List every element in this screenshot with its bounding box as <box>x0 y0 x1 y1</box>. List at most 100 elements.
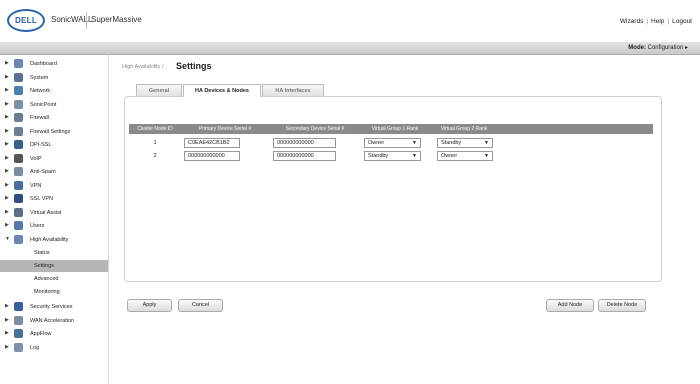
appflow-icon <box>14 329 23 338</box>
wizards-link[interactable]: Wizards <box>620 18 643 25</box>
mode-selector[interactable]: Mode: Configuration ▸ <box>628 44 688 51</box>
sidebar-item-anti-spam[interactable]: ▶ Anti-Spam <box>0 165 108 178</box>
sidebar-subitem-advanced[interactable]: Advanced <box>0 273 108 285</box>
expand-right-icon[interactable]: ▶ <box>5 152 9 165</box>
sidebar-subitem-settings[interactable]: Settings <box>0 260 108 272</box>
sidebar-item-sonicpoint[interactable]: ▶ SonicPoint <box>0 98 108 111</box>
sidebar-item-dpi-ssl[interactable]: ▶ DPI-SSL <box>0 138 108 151</box>
ssl-vpn-icon <box>14 194 23 203</box>
tab-ha-interfaces[interactable]: HA Interfaces <box>262 84 324 96</box>
col-secondary-serial: Secondary Device Serial # <box>285 126 345 132</box>
sidebar-item-appflow[interactable]: ▶ AppFlow <box>0 327 108 340</box>
sidebar-item-label: SonicPoint <box>30 101 57 108</box>
monitor-icon <box>14 72 23 82</box>
dell-logo: DELL <box>7 9 45 32</box>
firewall-icon <box>14 113 23 122</box>
expand-right-icon[interactable]: ▶ <box>5 314 9 327</box>
expand-right-icon[interactable]: ▶ <box>5 71 9 84</box>
sidebar-item-users[interactable]: ▶ Users <box>0 219 108 232</box>
sidebar-item-system[interactable]: ▶ System <box>0 71 108 84</box>
tab-ha-devices-nodes[interactable]: HA Devices & Nodes <box>183 84 261 97</box>
table-row: 2 000000000000 000000000000 Standby ▼ Own… <box>129 150 653 163</box>
vg2-rank-select[interactable]: Owner ▼ <box>437 151 493 161</box>
sidebar-subitem-status[interactable]: Status <box>0 247 108 259</box>
expand-right-icon[interactable]: ▶ <box>5 206 9 219</box>
sidebar-item-log[interactable]: ▶ Log <box>0 341 108 354</box>
help-link[interactable]: Help <box>651 18 664 25</box>
expand-right-icon[interactable]: ▶ <box>5 192 9 205</box>
wan-acceleration-icon <box>14 315 23 325</box>
vg2-rank-select[interactable]: Standby ▼ <box>437 138 493 148</box>
expand-right-icon[interactable]: ▶ <box>5 219 9 232</box>
top-links: Wizards | Help | Logout <box>620 18 692 25</box>
sidebar-item-label: Firewall Settings <box>30 128 71 135</box>
sidebar-item-network[interactable]: ▶ Network <box>0 84 108 97</box>
virtual-assist-icon <box>14 207 23 217</box>
sidebar-item-firewall[interactable]: ▶ Firewall <box>0 111 108 124</box>
sidebar-item-label: VoIP <box>30 155 42 162</box>
logout-link[interactable]: Logout <box>672 18 692 25</box>
dropdown-arrow-icon: ▼ <box>412 140 417 146</box>
mode-value: Configuration ▸ <box>647 45 688 51</box>
sidebar-item-security-services[interactable]: ▶ Security Services <box>0 300 108 313</box>
primary-serial-input[interactable]: C0EAE42CB1B2 <box>184 138 240 148</box>
vg1-rank-select[interactable]: Owner ▼ <box>364 138 421 148</box>
sidebar-item-label: High Availability <box>30 236 69 243</box>
sidebar-subitem-monitoring[interactable]: Monitoring <box>0 286 108 298</box>
access-point-icon <box>14 99 23 109</box>
vpn-globe-icon <box>14 180 23 190</box>
expand-right-icon[interactable]: ▶ <box>5 98 9 111</box>
secondary-serial-input[interactable]: 000000000000 <box>273 138 336 148</box>
expand-right-icon[interactable]: ▶ <box>5 125 9 138</box>
dropdown-arrow-icon: ▼ <box>484 140 489 146</box>
log-icon <box>14 342 23 352</box>
expand-right-icon[interactable]: ▶ <box>5 341 9 354</box>
mode-label: Mode: <box>628 45 646 51</box>
security-shield-icon <box>14 302 23 311</box>
users-icon <box>14 221 23 230</box>
sidebar-item-label: System <box>30 74 49 81</box>
expand-right-icon[interactable]: ▶ <box>5 84 9 97</box>
sidebar-item-label: Virtual Assist <box>30 209 62 216</box>
expand-right-icon[interactable]: ▶ <box>5 327 9 340</box>
breadcrumb[interactable]: High Availability / <box>122 64 163 70</box>
sidebar-item-vpn[interactable]: ▶ VPN <box>0 179 108 192</box>
delete-node-button[interactable]: Delete Node <box>598 299 646 312</box>
sidebar-item-label: WAN Acceleration <box>30 317 75 324</box>
add-node-button[interactable]: Add Node <box>546 299 594 312</box>
expand-right-icon[interactable]: ▶ <box>5 111 9 124</box>
expand-right-icon[interactable]: ▶ <box>5 165 9 178</box>
sidebar-item-ssl-vpn[interactable]: ▶ SSL VPN <box>0 192 108 205</box>
sidebar-item-virtual-assist[interactable]: ▶ Virtual Assist <box>0 206 108 219</box>
expand-right-icon[interactable]: ▶ <box>5 300 9 313</box>
expand-right-icon[interactable]: ▶ <box>5 138 9 151</box>
secondary-serial-input[interactable]: 000000000000 <box>273 151 336 161</box>
col-vg2-rank: Virtual Group 2 Rank <box>440 126 488 132</box>
apply-button[interactable]: Apply <box>127 299 172 312</box>
table-row: 1 C0EAE42CB1B2 000000000000 Owner ▼ Stand… <box>129 137 653 150</box>
sidebar-item-high-availability[interactable]: ▼ High Availability <box>0 233 108 246</box>
sidebar-item-label: Firewall <box>30 115 49 121</box>
dropdown-arrow-icon: ▼ <box>484 153 489 159</box>
sidebar-item-label: Log <box>30 344 40 351</box>
sidebar-item-dashboard[interactable]: ▶ Dashboard <box>0 57 108 70</box>
expand-right-icon[interactable]: ▶ <box>5 179 9 192</box>
expand-down-icon[interactable]: ▼ <box>5 233 10 246</box>
top-header: DELL SonicWALL SuperMassive Wizards | Help… <box>0 0 700 43</box>
sidebar-item-wan-acceleration[interactable]: ▶ WAN Acceleration <box>0 314 108 327</box>
sidebar-item-voip[interactable]: ▶ VoIP <box>0 152 108 165</box>
cancel-button[interactable]: Cancel <box>178 299 223 312</box>
vg1-rank-select[interactable]: Standby ▼ <box>364 151 421 161</box>
sidebar-item-label: AppFlow <box>30 331 52 337</box>
dpi-ssl-icon <box>14 140 23 149</box>
tab-general[interactable]: General <box>136 84 182 96</box>
vg1-rank-value: Owner <box>368 140 385 146</box>
sidebar-item-firewall-settings[interactable]: ▶ Firewall Settings <box>0 125 108 138</box>
sidebar-item-label: Security Services <box>30 304 73 310</box>
vg1-rank-value: Standby <box>368 153 389 159</box>
expand-right-icon[interactable]: ▶ <box>5 57 9 70</box>
node-id: 2 <box>153 153 157 159</box>
mode-bar: Mode: Configuration ▸ <box>0 42 700 55</box>
primary-serial-input[interactable]: 000000000000 <box>184 151 240 161</box>
vg2-rank-value: Standby <box>441 140 462 146</box>
